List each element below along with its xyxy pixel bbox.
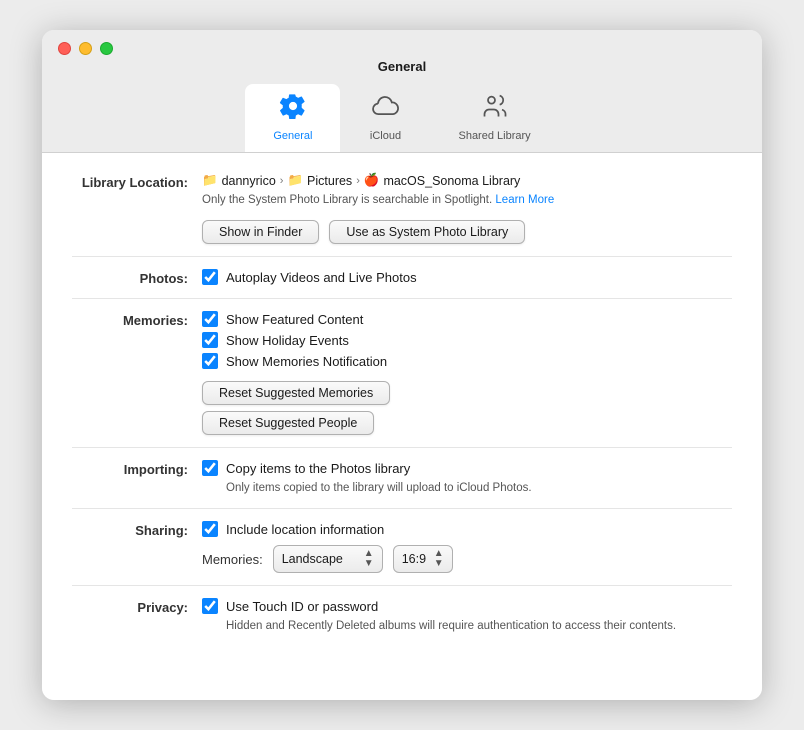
- separator-5: [72, 585, 732, 586]
- library-location-content: 📁 dannyrico › 📁 Pictures › 🍎 macOS_Sonom…: [202, 173, 732, 244]
- reset-people-button[interactable]: Reset Suggested People: [202, 411, 374, 435]
- touchid-checkbox[interactable]: [202, 598, 218, 614]
- autoplay-checkbox-row[interactable]: Autoplay Videos and Live Photos: [202, 269, 732, 285]
- library-buttons: Show in Finder Use as System Photo Libra…: [202, 220, 732, 244]
- minimize-button[interactable]: [79, 42, 92, 55]
- copy-checkbox-row[interactable]: Copy items to the Photos library: [202, 460, 732, 476]
- memories-buttons: Reset Suggested Memories Reset Suggested…: [202, 381, 732, 435]
- reset-memories-button[interactable]: Reset Suggested Memories: [202, 381, 390, 405]
- location-checkbox[interactable]: [202, 521, 218, 537]
- tab-shared-library[interactable]: Shared Library: [430, 84, 558, 152]
- sharing-memories-row: Memories: Landscape ▲▼ 16:9 ▲▼: [202, 545, 732, 573]
- separator-4: [72, 508, 732, 509]
- path-sep-2: ›: [356, 175, 360, 187]
- importing-content: Copy items to the Photos library Only it…: [202, 460, 732, 496]
- tab-shared-library-label: Shared Library: [458, 130, 530, 142]
- toolbar: General iCloud: [245, 84, 558, 152]
- library-hint: Only the System Photo Library is searcha…: [202, 194, 732, 206]
- ratio-select[interactable]: 16:9 ▲▼: [393, 545, 453, 573]
- path-pictures: Pictures: [307, 174, 352, 188]
- sharing-label: Sharing:: [72, 521, 202, 538]
- photos-section: Photos: Autoplay Videos and Live Photos: [72, 269, 732, 286]
- tab-icloud-label: iCloud: [370, 130, 401, 142]
- cloud-icon: [371, 92, 399, 126]
- location-label: Include location information: [226, 522, 384, 537]
- touchid-label: Use Touch ID or password: [226, 599, 378, 614]
- path-library: macOS_Sonoma Library: [383, 174, 520, 188]
- traffic-lights: [58, 42, 113, 55]
- memories-section: Memories: Show Featured Content Show Hol…: [72, 311, 732, 435]
- tab-general-label: General: [273, 130, 312, 142]
- window-title: General: [378, 59, 426, 74]
- holiday-label: Show Holiday Events: [226, 333, 349, 348]
- preferences-window: General General iCloud: [42, 30, 762, 700]
- landscape-select[interactable]: Landscape ▲▼: [273, 545, 383, 573]
- separator-3: [72, 447, 732, 448]
- use-as-system-library-button[interactable]: Use as System Photo Library: [329, 220, 525, 244]
- privacy-section: Privacy: Use Touch ID or password Hidden…: [72, 598, 732, 634]
- privacy-content: Use Touch ID or password Hidden and Rece…: [202, 598, 732, 634]
- maximize-button[interactable]: [100, 42, 113, 55]
- copy-checkbox[interactable]: [202, 460, 218, 476]
- holiday-checkbox[interactable]: [202, 332, 218, 348]
- folder-icon: 📁: [202, 173, 218, 188]
- featured-checkbox-row[interactable]: Show Featured Content: [202, 311, 732, 327]
- notification-checkbox-row[interactable]: Show Memories Notification: [202, 353, 732, 369]
- path-sep-1: ›: [280, 175, 284, 187]
- content-area: Library Location: 📁 dannyrico › 📁 Pictur…: [42, 153, 762, 700]
- learn-more-link[interactable]: Learn More: [495, 194, 554, 206]
- memories-content: Show Featured Content Show Holiday Event…: [202, 311, 732, 435]
- touchid-checkbox-row[interactable]: Use Touch ID or password: [202, 598, 732, 614]
- people-icon: [481, 92, 509, 126]
- gear-icon: [279, 92, 307, 126]
- touchid-hint: Hidden and Recently Deleted albums will …: [202, 618, 732, 634]
- privacy-label: Privacy:: [72, 598, 202, 615]
- ratio-value: 16:9: [402, 552, 426, 566]
- library-location-section: Library Location: 📁 dannyrico › 📁 Pictur…: [72, 173, 732, 244]
- photos-label: Photos:: [72, 269, 202, 286]
- titlebar: General General iCloud: [42, 30, 762, 153]
- featured-checkbox[interactable]: [202, 311, 218, 327]
- importing-section: Importing: Copy items to the Photos libr…: [72, 460, 732, 496]
- ratio-arrows: ▲▼: [434, 549, 444, 569]
- apple-icon: 🍎: [364, 173, 380, 188]
- sharing-section: Sharing: Include location information Me…: [72, 521, 732, 573]
- holiday-checkbox-row[interactable]: Show Holiday Events: [202, 332, 732, 348]
- close-button[interactable]: [58, 42, 71, 55]
- sharing-content: Include location information Memories: L…: [202, 521, 732, 573]
- featured-label: Show Featured Content: [226, 312, 363, 327]
- autoplay-label: Autoplay Videos and Live Photos: [226, 270, 417, 285]
- importing-label: Importing:: [72, 460, 202, 477]
- photos-content: Autoplay Videos and Live Photos: [202, 269, 732, 285]
- landscape-arrows: ▲▼: [364, 549, 374, 569]
- tab-general[interactable]: General: [245, 84, 340, 152]
- library-path: 📁 dannyrico › 📁 Pictures › 🍎 macOS_Sonom…: [202, 173, 732, 188]
- landscape-value: Landscape: [282, 552, 343, 566]
- memories-label: Memories:: [72, 311, 202, 328]
- copy-hint: Only items copied to the library will up…: [202, 480, 732, 496]
- autoplay-checkbox[interactable]: [202, 269, 218, 285]
- copy-label: Copy items to the Photos library: [226, 461, 410, 476]
- show-in-finder-button[interactable]: Show in Finder: [202, 220, 319, 244]
- sharing-memories-label: Memories:: [202, 552, 263, 567]
- notification-label: Show Memories Notification: [226, 354, 387, 369]
- separator-2: [72, 298, 732, 299]
- location-checkbox-row[interactable]: Include location information: [202, 521, 732, 537]
- path-dannyrico: dannyrico: [222, 174, 276, 188]
- separator-1: [72, 256, 732, 257]
- pictures-icon: 📁: [287, 173, 303, 188]
- tab-icloud[interactable]: iCloud: [340, 84, 430, 152]
- library-location-label: Library Location:: [72, 173, 202, 190]
- memories-checkboxes: Show Featured Content Show Holiday Event…: [202, 311, 732, 369]
- notification-checkbox[interactable]: [202, 353, 218, 369]
